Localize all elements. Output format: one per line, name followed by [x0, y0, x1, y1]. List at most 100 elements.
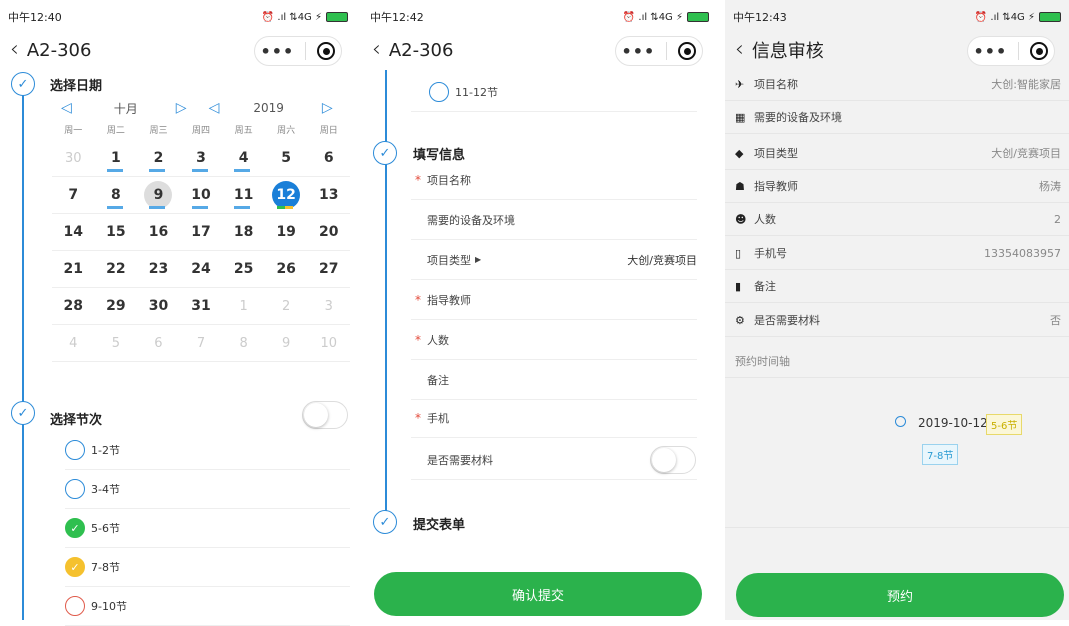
calendar-day[interactable]: 18 [222, 214, 265, 250]
calendar-day[interactable]: 24 [180, 251, 223, 287]
calendar-day[interactable]: 11 [222, 177, 265, 213]
calendar-day[interactable]: 21 [52, 251, 95, 287]
next-year-arrow-icon[interactable]: ▷ [322, 100, 333, 116]
calendar-day[interactable]: 15 [95, 214, 138, 250]
step-label-submit: 提交表单 [413, 518, 466, 533]
calendar-day[interactable]: 14 [52, 214, 95, 250]
more-icon[interactable]: ••• [261, 42, 295, 61]
calendar-day[interactable]: 22 [95, 251, 138, 287]
calendar-day[interactable]: 13 [307, 177, 350, 213]
calendar-day[interactable]: 10 [307, 325, 350, 361]
calendar-day[interactable]: 5 [265, 140, 308, 176]
calendar-day[interactable]: 25 [222, 251, 265, 287]
mini-program-capsule: ••• [254, 36, 342, 66]
calendar-day[interactable]: 6 [137, 325, 180, 361]
calendar-day[interactable]: 10 [180, 177, 223, 213]
day-number: 30 [65, 150, 82, 166]
calendar-day[interactable]: 30 [52, 140, 95, 176]
prev-month-arrow-icon[interactable]: ◁ [61, 100, 72, 116]
calendar-day[interactable]: 3 [180, 140, 223, 176]
back-arrow-icon[interactable]: ‹ [10, 39, 19, 61]
info-label: 人数 [754, 213, 776, 226]
info-label: 是否需要材料 [754, 314, 820, 327]
slot-toggle[interactable] [302, 401, 348, 429]
next-month-arrow-icon[interactable]: ▷ [176, 100, 187, 116]
timeline-line [22, 88, 24, 620]
slot-item[interactable]: 1-2节 [65, 431, 350, 470]
day-number: 11 [233, 187, 254, 203]
calendar-day[interactable]: 2 [137, 140, 180, 176]
calendar-day[interactable]: 17 [180, 214, 223, 250]
calendar-day[interactable]: 9 [137, 177, 180, 213]
calendar-day[interactable]: 31 [180, 288, 223, 324]
day-number: 25 [233, 261, 254, 277]
field-people[interactable]: * 人数 [411, 320, 697, 360]
calendar-day[interactable]: 9 [265, 325, 308, 361]
field-equipment[interactable]: 需要的设备及环境 [411, 200, 697, 240]
status-time: 中午12:40 [8, 11, 62, 24]
book-button[interactable]: 预约 [736, 573, 1064, 617]
calendar-day[interactable]: 6 [307, 140, 350, 176]
calendar-day[interactable]: 3 [307, 288, 350, 324]
calendar-day[interactable]: 1 [222, 288, 265, 324]
more-icon[interactable]: ••• [974, 42, 1008, 61]
field-advisor[interactable]: * 指导教师 [411, 280, 697, 320]
year-label: 2019 [253, 101, 284, 115]
day-number: 1 [239, 298, 248, 314]
field-project-name[interactable]: * 项目名称 [411, 160, 697, 200]
day-number: 7 [196, 335, 206, 351]
more-icon[interactable]: ••• [622, 42, 656, 61]
prev-year-arrow-icon[interactable]: ◁ [209, 100, 220, 116]
close-target-icon[interactable] [678, 42, 697, 60]
calendar-day[interactable]: 1 [95, 140, 138, 176]
close-target-icon[interactable] [317, 42, 336, 60]
day-number: 23 [148, 261, 169, 277]
calendar-day[interactable]: 30 [137, 288, 180, 324]
info-label: 手机号 [754, 247, 787, 260]
day-number: 4 [238, 150, 249, 166]
slot-item[interactable]: 3-4节 [65, 470, 350, 509]
close-target-icon[interactable] [1030, 42, 1049, 60]
calendar-day[interactable]: 19 [265, 214, 308, 250]
calendar-day[interactable]: 27 [307, 251, 350, 287]
radio-empty-icon [429, 81, 449, 102]
calendar-day[interactable]: 8 [95, 177, 138, 213]
day-number: 10 [320, 335, 338, 351]
confirm-submit-button[interactable]: 确认提交 [374, 572, 702, 616]
back-arrow-icon[interactable]: ‹ [735, 39, 744, 61]
calendar-day[interactable]: 7 [52, 177, 95, 213]
calendar-day[interactable]: 7 [180, 325, 223, 361]
calendar-day[interactable]: 5 [95, 325, 138, 361]
calendar-header: ◁ 十月 ▷ ◁ 2019 ▷ [55, 98, 350, 118]
calendar-day[interactable]: 20 [307, 214, 350, 250]
slot-tag: 7-8节 [922, 444, 959, 465]
calendar-day[interactable]: 16 [137, 214, 180, 250]
field-remark[interactable]: 备注 [411, 360, 697, 400]
weekday-label: 周日 [319, 126, 338, 136]
slot-item[interactable]: 11-12节 [411, 72, 697, 112]
calendar-day[interactable]: 29 [95, 288, 138, 324]
slot-item[interactable]: ✓ 5-6节 [65, 509, 350, 548]
calendar-day[interactable]: 28 [52, 288, 95, 324]
calendar-day[interactable]: 4 [222, 140, 265, 176]
field-project-type[interactable]: 项目类型 ▶ 大创/竞赛项目 [411, 240, 697, 280]
calendar-day[interactable]: 2 [265, 288, 308, 324]
day-number: 22 [106, 261, 126, 277]
timeline-section-label: 预约时间轴 [725, 344, 1069, 378]
back-arrow-icon[interactable]: ‹ [372, 39, 381, 61]
calendar-day[interactable]: 8 [222, 325, 265, 361]
calendar-week-row: 4 5 6 7 8 9 10 [52, 325, 350, 362]
calendar-day[interactable]: 12 [265, 177, 308, 213]
slot-item[interactable]: ✓ 7-8节 [65, 548, 350, 587]
material-toggle[interactable] [650, 446, 696, 474]
calendar-day[interactable]: 26 [265, 251, 308, 287]
page-title: A2-306 [388, 39, 454, 61]
day-number: 6 [154, 335, 163, 351]
calendar-day[interactable]: 23 [137, 251, 180, 287]
calendar-day[interactable]: 4 [52, 325, 95, 361]
step-label-date: 选择日期 [50, 79, 103, 94]
booked-indicator [234, 206, 251, 209]
slot-item[interactable]: 9-10节 [65, 587, 350, 626]
field-phone[interactable]: * 手机 [411, 398, 697, 438]
day-number: 6 [323, 150, 334, 166]
